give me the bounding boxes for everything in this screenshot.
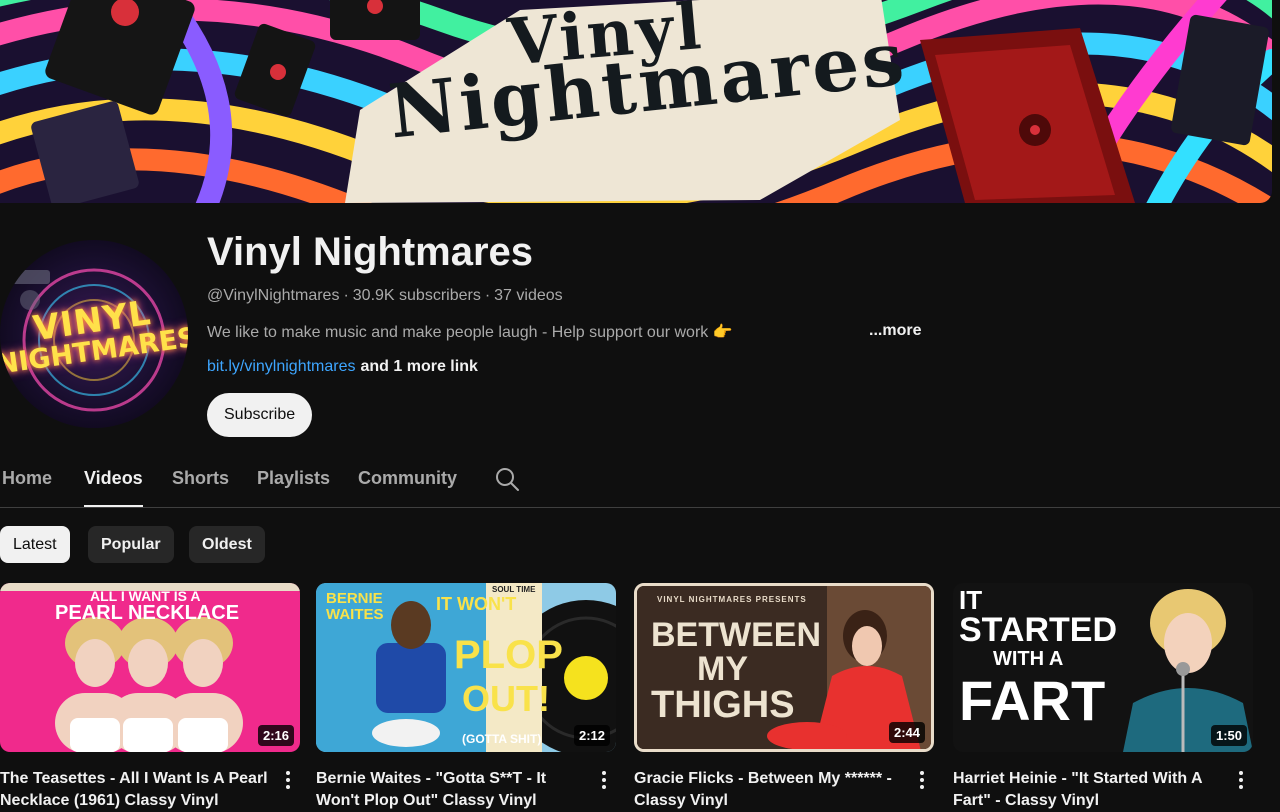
meta-separator: · [343, 287, 349, 304]
thumbnail-title-line4: FART [959, 669, 1106, 732]
channel-banner: Vinyl Nightmares [0, 0, 1272, 203]
thumbnail-title-line4: (GOTTA SHIT) [462, 732, 542, 746]
channel-description[interactable]: We like to make music and make people la… [207, 322, 733, 342]
thumbnail-title-line3: OUT! [462, 678, 550, 719]
channel-avatar[interactable]: VINYL NIGHTMARES [0, 240, 188, 428]
more-options-icon[interactable] [914, 769, 930, 791]
thumbnail-label: SOUL TIME [492, 585, 536, 594]
tab-community[interactable]: Community [358, 460, 457, 507]
video-title[interactable]: Gracie Flicks - Between My ****** - Clas… [634, 768, 906, 812]
video-count: 37 videos [494, 287, 563, 304]
thumbnail-title-line2: PLOP [454, 633, 563, 677]
video-thumbnail[interactable]: IT STARTED WITH A FART 1:50 [953, 583, 1253, 752]
channel-links: bit.ly/vinylnightmares and 1 more link [207, 358, 478, 376]
thumbnail-artist-line1: BERNIE [326, 590, 383, 607]
more-options-icon[interactable] [596, 769, 612, 791]
thumbnail-artist-line2: WAITES [326, 606, 384, 623]
channel-tabs: Home Videos Shorts Playlists Community [0, 460, 1280, 508]
thumbnail-title-line1: IT [959, 585, 983, 615]
search-icon[interactable] [494, 466, 520, 492]
thumbnail-title-line3: WITH A [993, 648, 1064, 670]
channel-meta: @VinylNightmares · 30.9K subscribers · 37 vi… [207, 287, 563, 305]
video-duration: 2:12 [573, 725, 610, 746]
more-links-button[interactable]: and 1 more link [361, 358, 478, 375]
video-duration: 2:44 [888, 722, 925, 743]
thumbnail-top-label: VINYL NIGHTMARES PRESENTS [657, 595, 807, 604]
channel-link[interactable]: bit.ly/vinylnightmares [207, 358, 356, 375]
thumbnail-title-line3: THIGHS [651, 684, 795, 726]
filter-popular[interactable]: Popular [88, 526, 174, 563]
video-thumbnail[interactable]: BERNIE WAITES SOUL TIME IT WON'T PLOP OU… [316, 583, 616, 752]
meta-separator: · [484, 287, 491, 304]
channel-handle: @VinylNightmares [207, 287, 340, 304]
tab-shorts[interactable]: Shorts [172, 460, 229, 507]
filter-latest[interactable]: Latest [0, 526, 70, 563]
video-thumbnail[interactable]: VINYL NIGHTMARES PRESENTS BETWEEN MY THI… [634, 583, 934, 752]
description-more-button[interactable]: ...more [869, 322, 921, 340]
tab-videos[interactable]: Videos [84, 460, 143, 507]
video-card: BERNIE WAITES SOUL TIME IT WON'T PLOP OU… [316, 583, 616, 809]
more-options-icon[interactable] [280, 769, 296, 791]
thumbnail-title-line1: ALL I WANT IS A [90, 588, 201, 604]
thumbnail-title-line2: PEARL NECKLACE [55, 602, 240, 624]
thumbnail-title-line1: IT WON'T [436, 594, 517, 614]
video-title[interactable]: Bernie Waites - "Gotta S**T - It Won't P… [316, 768, 588, 812]
thumbnail-title-line2: STARTED [959, 611, 1118, 649]
video-card: VINYL NIGHTMARES PRESENTS BETWEEN MY THI… [634, 583, 934, 809]
video-card: IT STARTED WITH A FART 1:50 Harriet Hein… [953, 583, 1253, 809]
tab-home[interactable]: Home [2, 460, 52, 507]
filter-oldest[interactable]: Oldest [189, 526, 265, 563]
subscribe-button[interactable]: Subscribe [207, 393, 313, 437]
tab-playlists[interactable]: Playlists [257, 460, 330, 507]
channel-name: Vinyl Nightmares [207, 230, 534, 274]
thumbnail-title-line2: MY [697, 650, 748, 688]
more-options-icon[interactable] [1233, 769, 1249, 791]
video-thumbnail[interactable]: ALL I WANT IS A PEARL NECKLACE 2:16 [0, 583, 300, 752]
video-duration: 1:50 [1210, 725, 1247, 746]
video-title[interactable]: Harriet Heinie - "It Started With A Fart… [953, 768, 1225, 812]
avatar-logo-text: VINYL NIGHTMARES [0, 240, 188, 428]
thumbnail-title-line1: BETWEEN [651, 616, 821, 654]
video-card: ALL I WANT IS A PEARL NECKLACE 2:16 The … [0, 583, 300, 809]
video-duration: 2:16 [257, 725, 294, 746]
video-title[interactable]: The Teasettes - All I Want Is A Pearl Ne… [0, 768, 272, 812]
subscriber-count: 30.9K subscribers [352, 287, 481, 304]
